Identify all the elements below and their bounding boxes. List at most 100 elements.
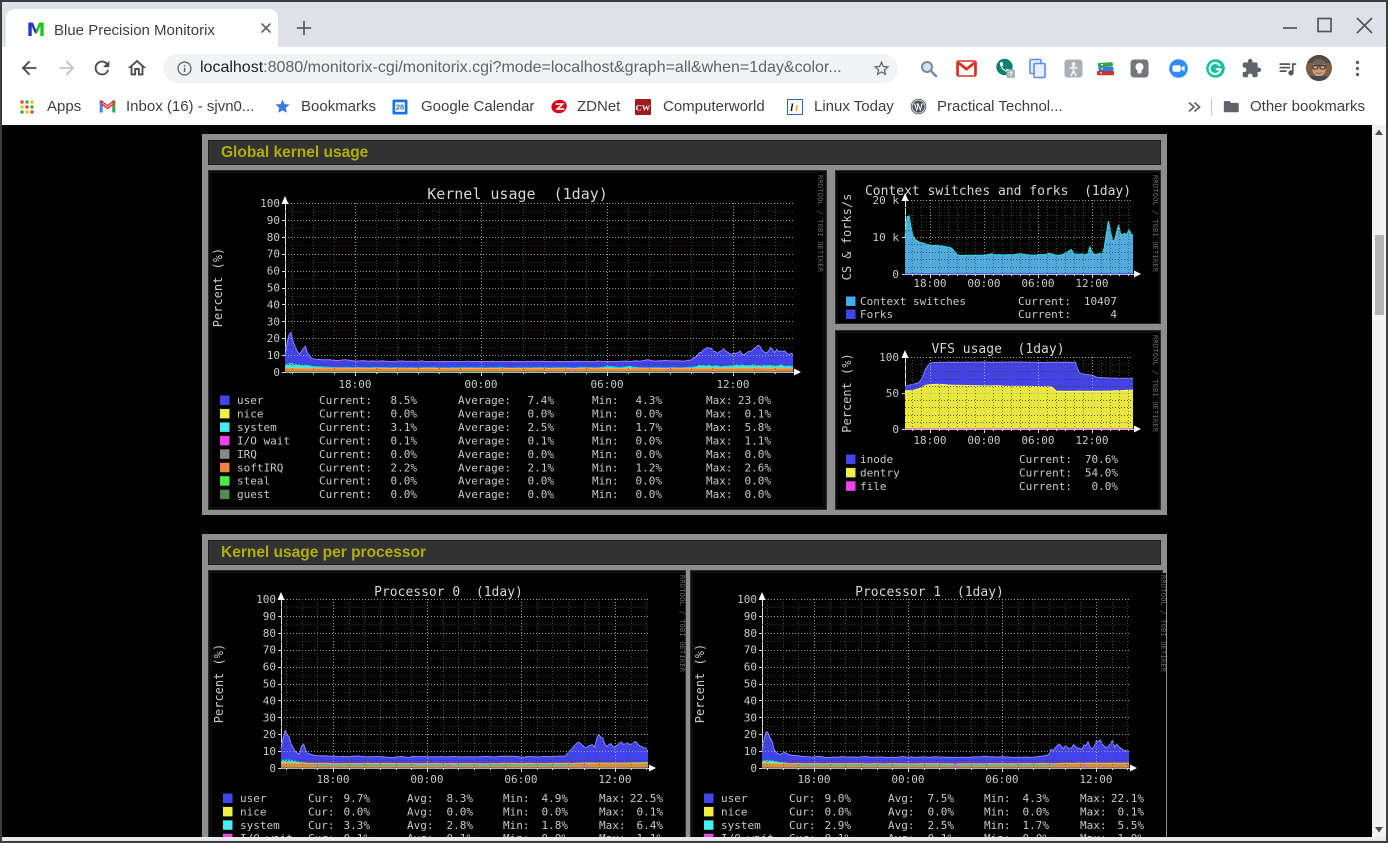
processor-1-rrd-image: Processor 1 (1day)Percent (%)01020304050… [693, 573, 1166, 837]
svg-text:Percent (%): Percent (%) [212, 644, 226, 723]
bookmark-inbox[interactable]: Inbox (16) - sjvn0... [99, 98, 254, 116]
grammarly-extension-icon[interactable] [1205, 58, 1226, 79]
processor-0-graph[interactable]: Processor 0 (1day)Percent (%)01020304050… [208, 570, 686, 837]
extensions-puzzle-icon[interactable] [1241, 58, 1262, 79]
forward-icon[interactable] [56, 57, 78, 79]
svg-text:Min:: Min: [592, 394, 619, 407]
tab-close-icon[interactable] [258, 20, 274, 36]
svg-text:Avg:: Avg: [888, 792, 915, 805]
svg-text:Current:: Current: [1018, 308, 1071, 321]
monitorix-favicon-icon: M M [27, 19, 45, 37]
svg-text:CS & forks/s: CS & forks/s [840, 194, 854, 281]
calendar-icon: 28 [392, 99, 408, 115]
reload-icon[interactable] [91, 57, 113, 79]
home-icon[interactable] [126, 57, 148, 79]
svg-text:80: 80 [744, 627, 757, 640]
section-global-kernel-usage: Global kernel usage Kernel usage (1day)P… [202, 134, 1167, 515]
svg-text:0: 0 [892, 423, 899, 436]
svg-text:100: 100 [879, 351, 899, 364]
info-icon[interactable] [176, 60, 193, 77]
vertical-scrollbar[interactable] [1372, 125, 1386, 837]
svg-text:18:00: 18:00 [797, 773, 830, 786]
svg-text:softIRQ: softIRQ [237, 461, 283, 474]
bookmark-linuxtoday[interactable]: l t Linux Today [787, 98, 894, 116]
svg-text:Max:: Max: [706, 434, 733, 447]
svg-text:18:00: 18:00 [913, 434, 946, 447]
svg-text:12:00: 12:00 [1079, 773, 1112, 786]
svg-text:user: user [237, 394, 264, 407]
svg-text:20: 20 [267, 332, 280, 345]
svg-text:90: 90 [267, 214, 280, 227]
svg-text:6.4%: 6.4% [637, 819, 664, 832]
url-text[interactable]: localhost:8080/monitorix-cgi/monitorix.c… [200, 59, 842, 77]
svg-text:Min:: Min: [592, 475, 619, 488]
svg-text:Max:: Max: [1080, 792, 1107, 805]
avatar-photo [1306, 55, 1332, 81]
svg-text:8.3%: 8.3% [447, 792, 474, 805]
scrollbar-thumb[interactable] [1375, 235, 1384, 315]
svg-text:100: 100 [737, 593, 757, 606]
svg-text:06:00: 06:00 [1021, 277, 1054, 290]
zoom-extension-icon[interactable] [1168, 58, 1189, 79]
svg-text:1.8%: 1.8% [542, 819, 569, 832]
voice-extension-icon[interactable]: ? [995, 58, 1016, 79]
bookmark-practical-tech[interactable]: Practical Technol... [910, 98, 1063, 116]
copy-pages-extension-icon[interactable] [1027, 58, 1048, 79]
svg-text:Current:: Current: [319, 394, 372, 407]
url-host: localhost [200, 59, 263, 76]
keep-lamp-extension-icon[interactable] [1129, 58, 1150, 79]
svg-text:0.0%: 0.0% [391, 448, 418, 461]
processor-1-graph[interactable]: Processor 1 (1day)Percent (%)01020304050… [690, 570, 1163, 837]
svg-text:Max:: Max: [706, 461, 733, 474]
svg-text:Average:: Average: [458, 421, 511, 434]
svg-text:0.1%: 0.1% [391, 434, 418, 447]
svg-text:Current:: Current: [319, 407, 372, 420]
svg-text:50: 50 [267, 282, 280, 295]
vfs-usage-graph[interactable]: VFS usage (1day)Percent (%)05010018:0000… [835, 330, 1161, 510]
bookmarks-overflow-icon[interactable] [1186, 100, 1202, 114]
svg-text:100: 100 [256, 593, 276, 606]
svg-text:Max:: Max: [706, 488, 733, 501]
profile-avatar[interactable] [1306, 55, 1332, 81]
bookmarks-bar: Apps Inbox (16) - sjvn0... Bookmarks 28 … [0, 89, 1388, 125]
svg-text:2.6%: 2.6% [745, 461, 772, 474]
svg-text:Avg:: Avg: [407, 805, 434, 818]
books-extension-icon[interactable] [1095, 58, 1116, 79]
svg-text:60: 60 [267, 265, 280, 278]
menu-dots-icon[interactable] [1347, 58, 1368, 79]
close-window-icon[interactable] [1357, 18, 1372, 33]
svg-text:system: system [721, 819, 761, 832]
bookmark-calendar[interactable]: 28 Google Calendar [392, 98, 534, 116]
page-content: Global kernel usage Kernel usage (1day)P… [0, 125, 1372, 837]
bookmark-star-icon[interactable] [872, 59, 891, 78]
accessibility-extension-icon[interactable] [1063, 58, 1084, 79]
svg-text:5.5%: 5.5% [1118, 819, 1145, 832]
svg-text:Average:: Average: [458, 488, 511, 501]
svg-text:I/O wait: I/O wait [237, 434, 290, 447]
bookmark-other-folder[interactable]: Other bookmarks [1223, 98, 1365, 116]
svg-text:0.0%: 0.0% [636, 407, 663, 420]
new-tab-button[interactable] [293, 17, 315, 39]
svg-text:28: 28 [396, 102, 404, 111]
svg-text:Min:: Min: [503, 805, 530, 818]
playlist-extension-icon[interactable] [1277, 58, 1298, 79]
bookmark-bookmarks[interactable]: Bookmarks [274, 98, 376, 116]
tab-strip: M M Blue Precision Monitorix [0, 0, 1388, 47]
svg-text:7.5%: 7.5% [928, 792, 955, 805]
vfs-usage-rrd-image: VFS usage (1day)Percent (%)05010018:0000… [838, 333, 1158, 509]
bookmark-zdnet[interactable]: ZDNet [551, 98, 620, 116]
gmail-extension-icon[interactable] [956, 58, 977, 79]
search-extension-icon[interactable] [918, 58, 939, 79]
svg-text:RRDTOOL / TOBI OETIKER: RRDTOOL / TOBI OETIKER [1151, 175, 1158, 273]
bookmark-computerworld[interactable]: CW Computerworld [635, 98, 765, 116]
bookmark-apps[interactable]: Apps [19, 98, 81, 116]
svg-text:30: 30 [267, 315, 280, 328]
context-switches-graph[interactable]: Context switches and forks (1day)CS & fo… [835, 170, 1161, 324]
back-icon[interactable] [18, 57, 40, 79]
scrollbar-down-icon[interactable] [1372, 822, 1386, 837]
scrollbar-up-icon[interactable] [1372, 125, 1386, 140]
maximize-icon[interactable] [1318, 19, 1331, 32]
kernel-usage-graph[interactable]: Kernel usage (1day)Percent (%)0102030405… [208, 170, 827, 510]
active-tab[interactable]: M M Blue Precision Monitorix [6, 9, 278, 47]
svg-text:0.0%: 0.0% [636, 475, 663, 488]
